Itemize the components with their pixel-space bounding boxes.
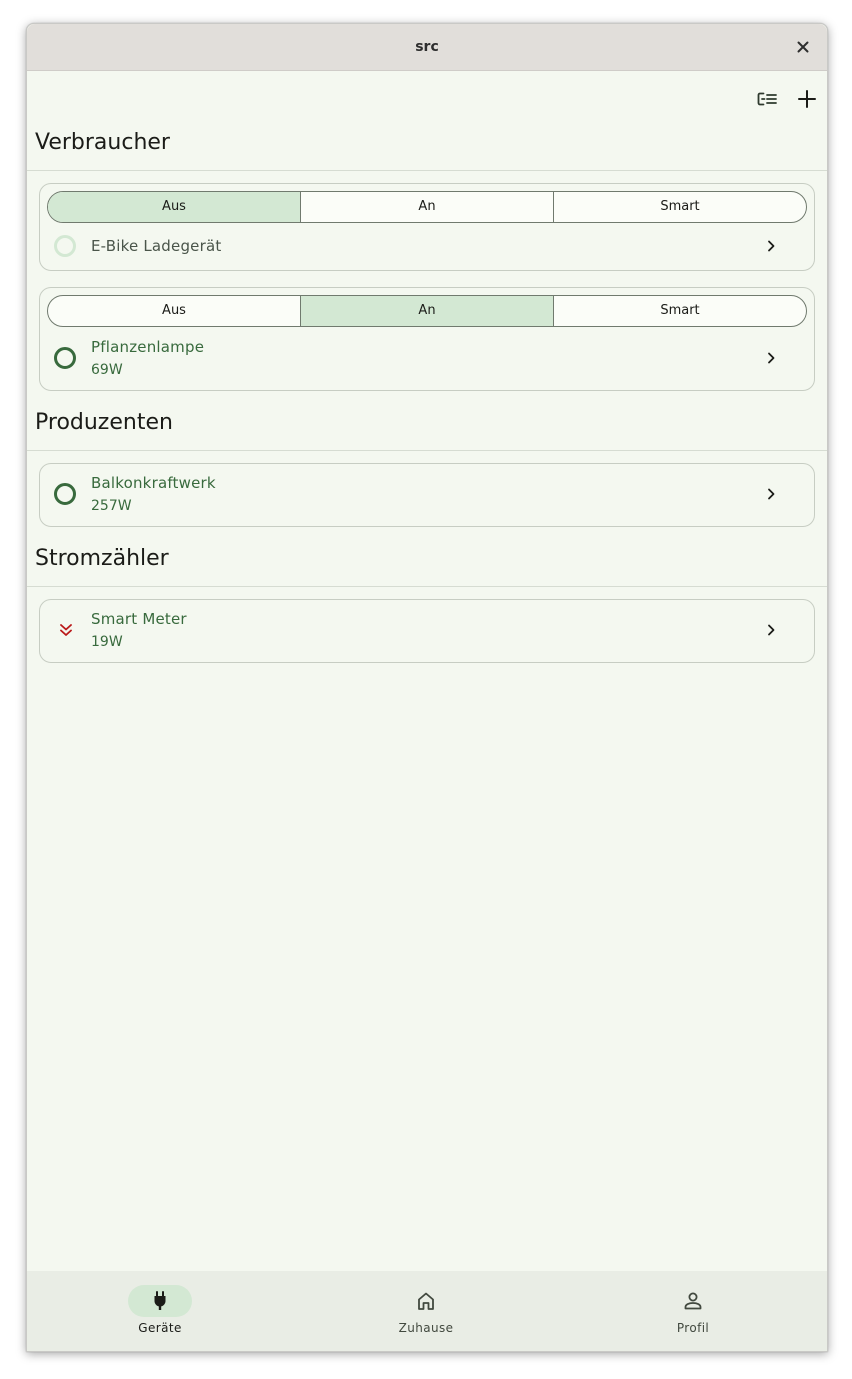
chevron-right-icon[interactable] xyxy=(764,239,778,253)
nav-label: Profil xyxy=(676,1321,710,1335)
status-indicator-on xyxy=(54,483,76,505)
nav-label: Zuhause xyxy=(398,1321,454,1335)
window-title: src xyxy=(415,39,439,55)
home-icon xyxy=(418,1292,434,1310)
close-icon[interactable] xyxy=(795,39,811,55)
device-card-smart-meter: Smart Meter 19W xyxy=(39,599,815,663)
mode-selector: Aus An Smart xyxy=(47,191,807,223)
nav-item-profile[interactable]: Profil xyxy=(560,1271,826,1351)
title-bar: src xyxy=(27,24,827,71)
device-card-pflanzenlampe: Aus An Smart Pflanzenlampe 69W xyxy=(39,287,815,391)
mode-option-on[interactable]: An xyxy=(301,296,554,326)
device-power: 19W xyxy=(91,634,123,650)
filter-list-icon[interactable] xyxy=(755,87,779,111)
add-icon[interactable] xyxy=(795,87,819,111)
section-divider xyxy=(27,450,827,451)
device-power: 257W xyxy=(91,498,132,514)
device-power: 69W xyxy=(91,362,123,378)
status-indicator-on xyxy=(54,347,76,369)
device-name[interactable]: Balkonkraftwerk xyxy=(91,474,216,492)
double-chevron-down-icon xyxy=(60,624,72,636)
status-indicator-off xyxy=(54,235,76,257)
app-window: src Verbraucher Aus An Smart E-Bike Lade… xyxy=(26,23,828,1352)
mode-option-off[interactable]: Aus xyxy=(48,296,301,326)
mode-option-on[interactable]: An xyxy=(301,192,554,222)
mode-option-off[interactable]: Aus xyxy=(48,192,301,222)
person-icon xyxy=(684,1292,702,1310)
mode-selector: Aus An Smart xyxy=(47,295,807,327)
device-name[interactable]: Smart Meter xyxy=(91,610,187,628)
section-title-producers: Produzenten xyxy=(35,410,173,435)
device-card-ebike: Aus An Smart E-Bike Ladegerät xyxy=(39,183,815,271)
mode-option-smart[interactable]: Smart xyxy=(554,192,806,222)
chevron-right-icon[interactable] xyxy=(764,351,778,365)
section-title-consumers: Verbraucher xyxy=(35,130,170,155)
section-title-meters: Stromzähler xyxy=(35,546,169,571)
device-card-balkonkraftwerk: Balkonkraftwerk 257W xyxy=(39,463,815,527)
section-divider xyxy=(27,586,827,587)
nav-item-devices[interactable]: Geräte xyxy=(27,1271,293,1351)
mode-option-smart[interactable]: Smart xyxy=(554,296,806,326)
nav-item-home[interactable]: Zuhause xyxy=(293,1271,559,1351)
device-name[interactable]: E-Bike Ladegerät xyxy=(91,237,221,255)
device-name[interactable]: Pflanzenlampe xyxy=(91,338,204,356)
section-divider xyxy=(27,170,827,171)
plug-icon xyxy=(154,1291,166,1310)
bottom-navigation: Geräte Zuhause Profil xyxy=(27,1271,827,1351)
chevron-right-icon[interactable] xyxy=(764,487,778,501)
chevron-right-icon[interactable] xyxy=(764,623,778,637)
nav-label: Geräte xyxy=(138,1321,182,1335)
